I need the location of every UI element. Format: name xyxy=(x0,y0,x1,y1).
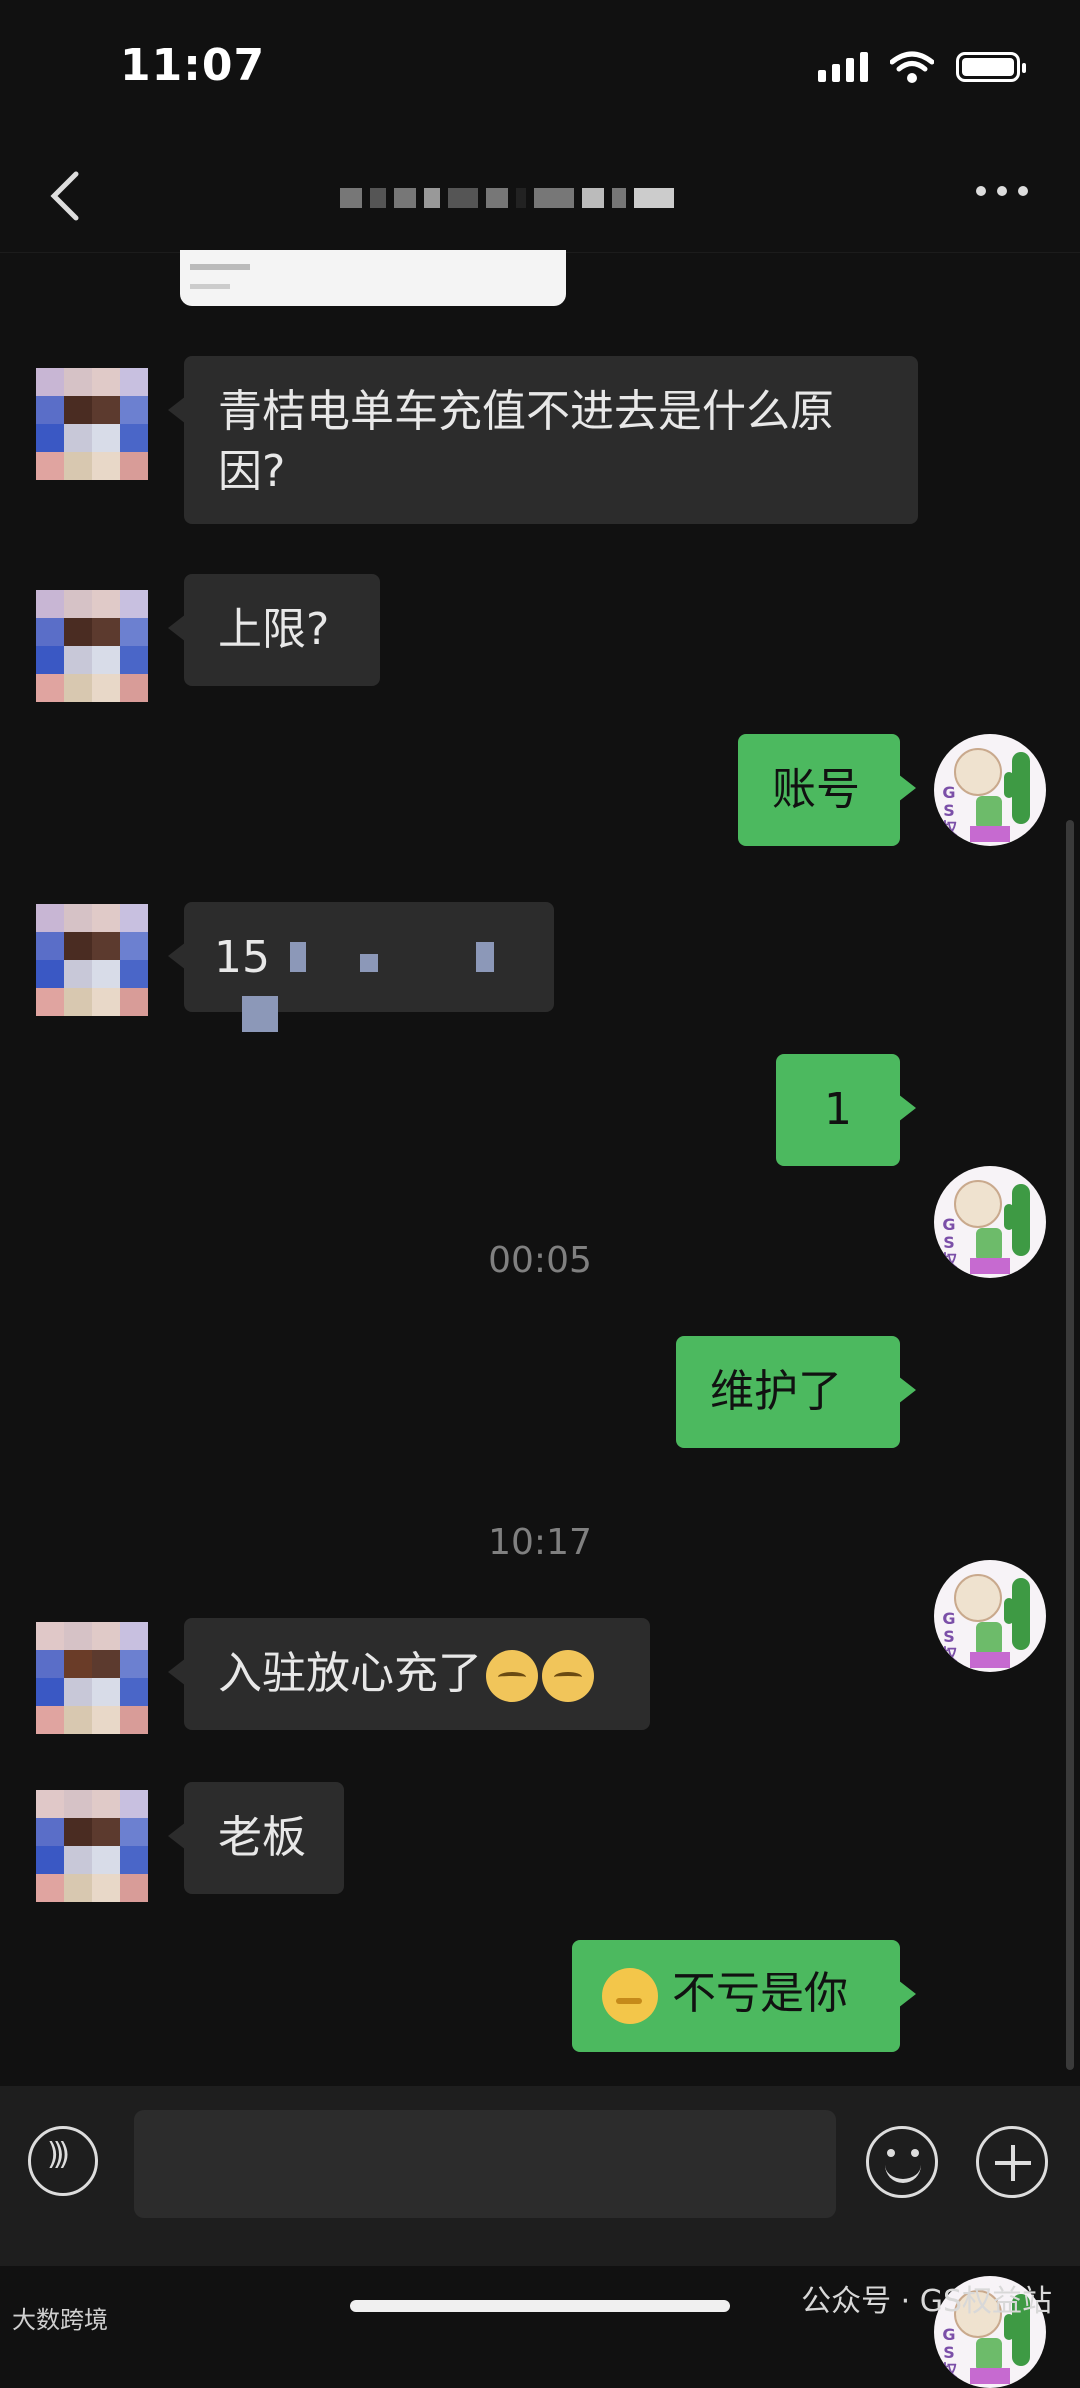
message-bubble[interactable]: 入驻放心充了 xyxy=(168,1618,650,1730)
emoji-icon[interactable] xyxy=(866,2126,938,2198)
timestamp: 10:17 xyxy=(488,1522,592,1563)
doge-emoji-icon xyxy=(486,1650,538,1702)
message-bubble[interactable]: 青桔电单车充值不进去是什么原因? xyxy=(168,356,918,524)
contact-avatar[interactable] xyxy=(36,1622,148,1734)
watermark-right: 公众号 · GS权益站 xyxy=(801,2284,1052,2319)
thinking-emoji-icon xyxy=(602,1968,658,2024)
my-avatar[interactable]: G S 权 益 xyxy=(934,734,1046,846)
message-bubble-blurred[interactable]: 15 xyxy=(168,902,554,1032)
wifi-icon xyxy=(890,51,934,83)
voice-icon[interactable] xyxy=(28,2126,98,2196)
signal-icon xyxy=(818,52,868,82)
image-message[interactable] xyxy=(180,250,566,306)
message-text: 不亏是你 xyxy=(672,1968,848,2019)
message-text: 入驻放心充了 xyxy=(218,1648,482,1699)
scrollbar[interactable] xyxy=(1066,820,1074,2070)
more-icon[interactable] xyxy=(976,186,1028,196)
message-bubble[interactable]: 老板 xyxy=(168,1782,344,1894)
contact-avatar[interactable] xyxy=(36,904,148,1016)
contact-avatar[interactable] xyxy=(36,368,148,480)
home-indicator[interactable] xyxy=(350,2300,730,2312)
message-input[interactable] xyxy=(134,2110,836,2218)
message-bubble-sent[interactable]: 维护了 xyxy=(676,1336,916,1448)
phone-number-prefix: 15 xyxy=(214,932,270,983)
input-bar xyxy=(0,2086,1080,2266)
back-icon[interactable] xyxy=(44,168,88,224)
my-avatar[interactable]: G S 权 益 xyxy=(934,1560,1046,1672)
status-time: 11:07 xyxy=(120,40,266,91)
message-bubble-sent[interactable]: 不亏是你 xyxy=(572,1940,916,2052)
chat-title-blurred xyxy=(340,180,740,216)
message-bubble-sent[interactable]: 账号 xyxy=(738,734,916,846)
contact-avatar[interactable] xyxy=(36,1790,148,1902)
plus-icon[interactable] xyxy=(976,2126,1048,2198)
message-bubble-sent[interactable]: 1 xyxy=(776,1054,916,1166)
doge-emoji-icon xyxy=(542,1650,594,1702)
timestamp: 00:05 xyxy=(488,1240,592,1281)
battery-icon xyxy=(956,52,1026,82)
message-bubble[interactable]: 上限? xyxy=(168,574,380,686)
chat-header xyxy=(0,140,1080,253)
contact-avatar[interactable] xyxy=(36,590,148,702)
watermark-left: 大数跨境 xyxy=(12,2306,108,2334)
status-icons xyxy=(818,50,1026,84)
